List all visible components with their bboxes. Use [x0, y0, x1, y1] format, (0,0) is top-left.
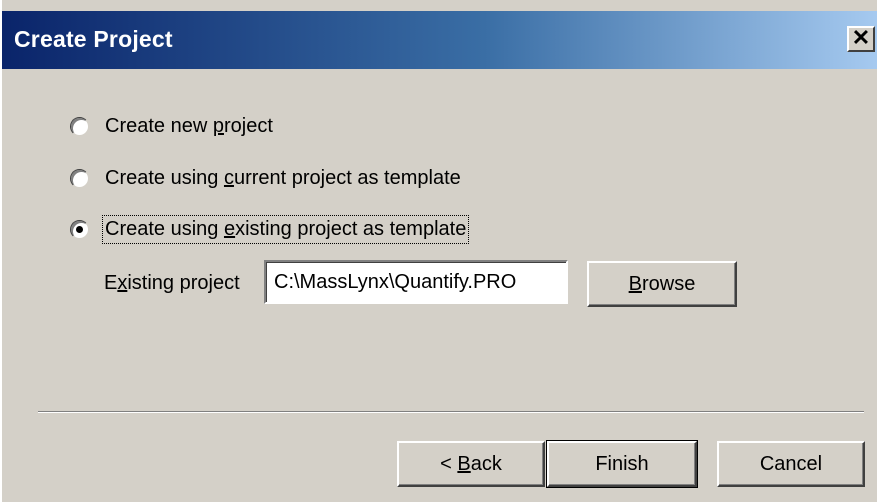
radio-label: Create using existing project as templat…	[101, 215, 470, 244]
radio-label: Create using current project as template	[105, 167, 461, 189]
close-icon: ✕	[851, 25, 871, 50]
title-bar: Create Project ✕	[2, 11, 877, 69]
create-project-dialog: Create Project ✕ Create new project Crea…	[0, 0, 877, 502]
radio-button[interactable]	[70, 169, 89, 188]
existing-project-input[interactable]	[264, 260, 568, 304]
radio-create-using-existing-template[interactable]: Create using existing project as templat…	[70, 215, 470, 244]
browse-button[interactable]: Browse	[587, 261, 737, 307]
radio-create-using-current-template[interactable]: Create using current project as template	[70, 167, 461, 190]
dialog-title: Create Project	[14, 26, 173, 52]
cancel-button[interactable]: Cancel	[717, 441, 865, 487]
radio-create-new-project[interactable]: Create new project	[70, 115, 273, 138]
existing-project-label: Existing project	[104, 272, 240, 294]
radio-label: Create new project	[105, 115, 273, 137]
back-button[interactable]: < Back	[397, 441, 545, 487]
radio-button[interactable]	[70, 117, 89, 136]
finish-button[interactable]: Finish	[546, 440, 698, 488]
radio-button-selected[interactable]	[70, 220, 89, 239]
close-button[interactable]: ✕	[847, 26, 875, 52]
separator	[38, 411, 864, 413]
